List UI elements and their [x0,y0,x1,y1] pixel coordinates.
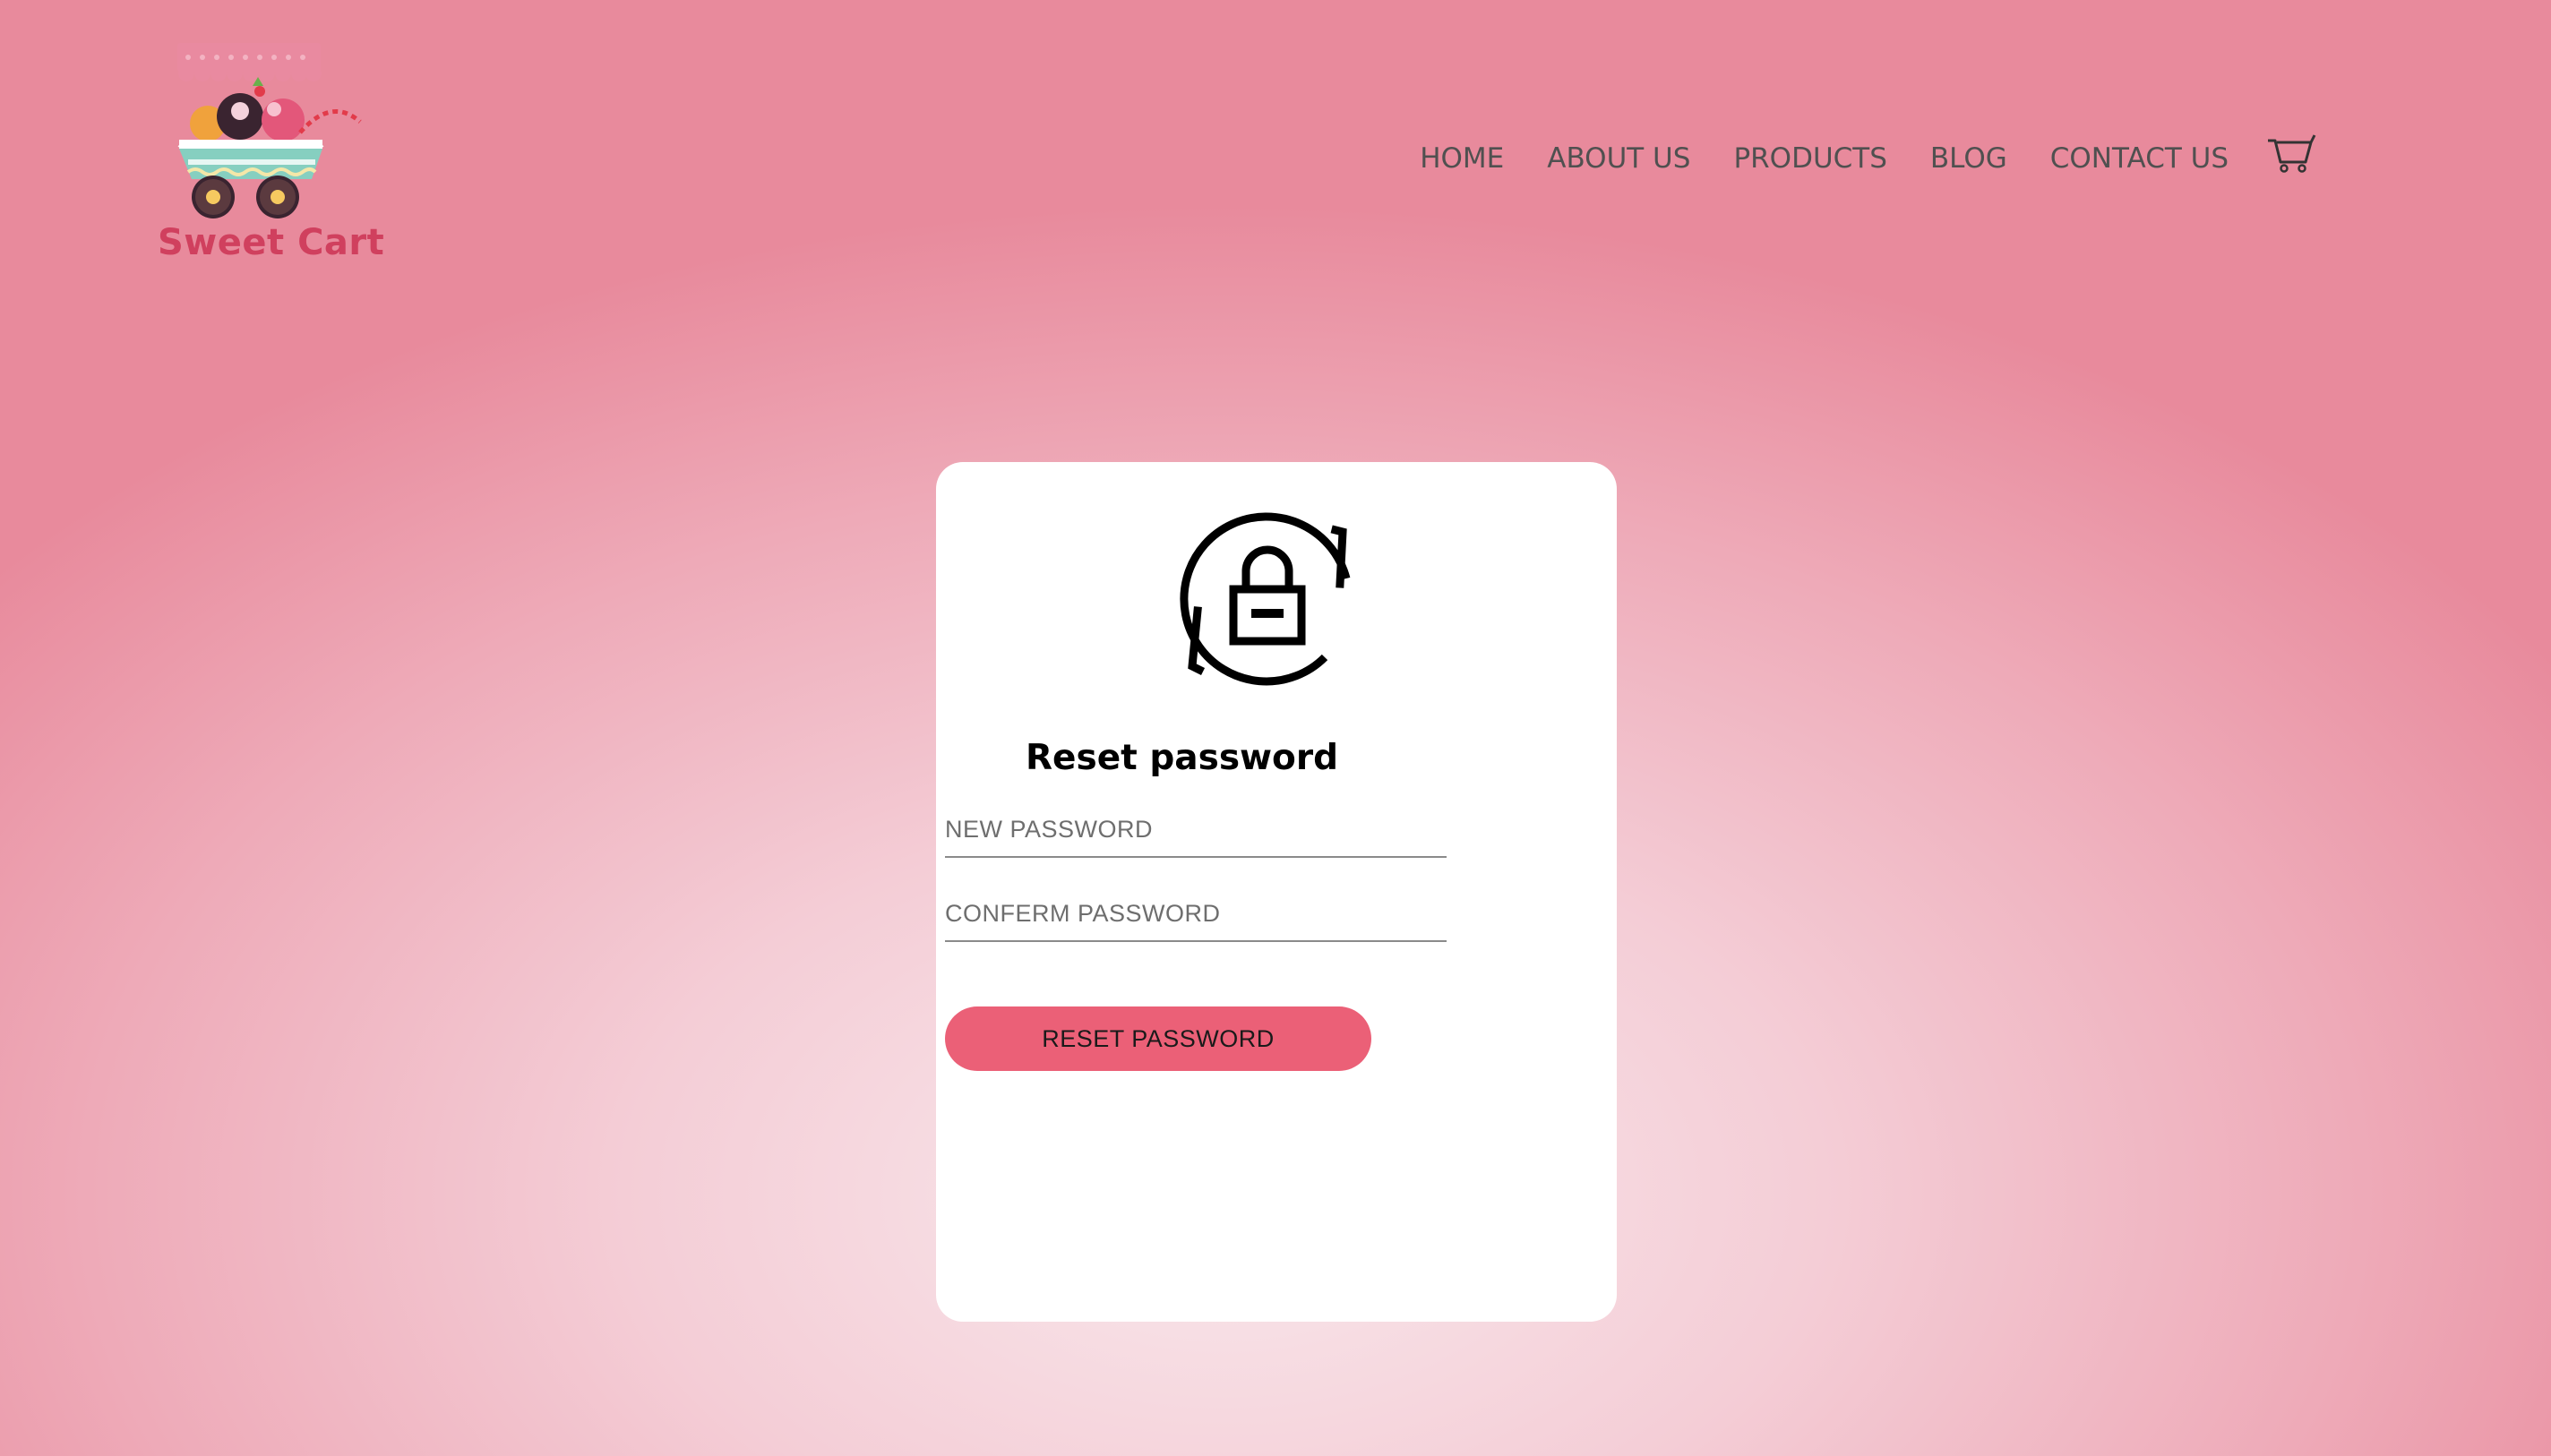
nav-blog[interactable]: BLOG [1930,134,2007,183]
brand-name: Sweet Cart [158,222,385,263]
nav-about-us[interactable]: ABOUT US [1547,134,1690,183]
reset-password-card: Reset password RESET PASSWORD [936,462,1617,1322]
reset-password-button[interactable]: RESET PASSWORD [945,1006,1371,1071]
lock-reset-icon [1180,512,1351,686]
reset-password-title: Reset password [1026,738,1339,778]
brand-logo[interactable]: Sweet Cart [152,34,385,276]
nav-home[interactable]: HOME [1420,134,1504,183]
new-password-field [945,802,1447,858]
main-nav: HOME ABOUT US PRODUCTS BLOG CONTACT US [1420,134,2316,183]
cart-icon[interactable] [2266,132,2316,175]
nav-contact-us[interactable]: CONTACT US [2050,134,2229,183]
confirm-password-field [945,886,1447,942]
confirm-password-input[interactable] [945,886,1447,940]
new-password-input[interactable] [945,802,1447,856]
nav-products[interactable]: PRODUCTS [1733,134,1886,183]
sweet-cart-logo-icon [177,43,362,218]
